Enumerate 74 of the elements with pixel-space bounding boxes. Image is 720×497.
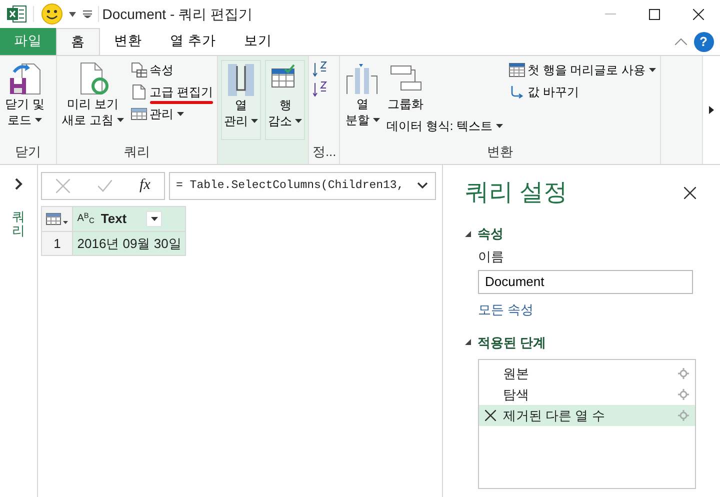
applied-step[interactable]: 탐색 xyxy=(479,384,695,405)
collapse-ribbon-icon[interactable] xyxy=(675,38,687,45)
applied-step[interactable]: 제거된 다른 열 수 xyxy=(479,404,695,426)
group-label: 정... xyxy=(312,143,336,161)
ribbon-button[interactable]: 속성 xyxy=(130,60,175,80)
ribbon-button[interactable]: 값 바꾸기 xyxy=(508,82,580,102)
window-title: Document - 쿼리 편집기 xyxy=(102,4,252,24)
caret-icon xyxy=(648,68,656,72)
ribbon-tab[interactable]: 보기 xyxy=(230,28,286,55)
section-heading[interactable]: 속성 xyxy=(478,224,504,244)
caret-icon xyxy=(295,119,302,124)
sort-icon xyxy=(313,81,330,97)
group-label: 쿼리 xyxy=(122,143,151,161)
queries-pane-label[interactable]: 쿼리 xyxy=(12,210,25,238)
check-icon[interactable] xyxy=(98,180,112,192)
caret-icon xyxy=(116,118,124,122)
close-icon[interactable] xyxy=(684,187,696,199)
ribbon-tab[interactable]: 변환 xyxy=(100,28,156,55)
ribbon-button[interactable]: 닫기 및 로드 xyxy=(3,60,46,130)
insert-function-button[interactable]: fx xyxy=(140,174,150,197)
ribbon-icon xyxy=(8,62,42,96)
ribbon-icon xyxy=(130,106,147,122)
underline-mark xyxy=(150,101,213,104)
pane-title: 쿼리 설정 xyxy=(465,178,568,208)
customize-icon[interactable] xyxy=(82,10,92,18)
excel-logo-icon xyxy=(6,5,26,23)
ribbon-button[interactable]: 열 관리 xyxy=(220,60,262,140)
caret-icon xyxy=(150,216,158,221)
table-cell[interactable]: 2016년 09월 30일 xyxy=(72,231,186,256)
close-icon xyxy=(692,8,704,20)
sort-icon xyxy=(313,61,330,77)
ribbon-tab[interactable]: 열 추가 xyxy=(156,28,230,55)
ribbon-icon xyxy=(508,84,525,100)
caret-icon xyxy=(496,124,503,128)
caret-icon[interactable] xyxy=(69,12,76,16)
delete-icon[interactable] xyxy=(485,410,496,421)
expand-icon[interactable] xyxy=(465,230,471,237)
table-menu-icon[interactable] xyxy=(46,212,68,225)
ribbon-icon xyxy=(130,84,147,100)
row-number: 1 xyxy=(42,231,73,256)
ribbon-button[interactable]: 첫 행을 머리글로 사용 xyxy=(508,60,657,80)
scroll-right-icon[interactable] xyxy=(709,106,714,114)
filter-button[interactable] xyxy=(146,210,162,227)
ribbon-button[interactable]: 미리 보기 새로 고침 xyxy=(60,60,126,130)
ribbon-tab[interactable]: 홈 xyxy=(56,28,100,55)
ribbon-button[interactable]: 열 분할 xyxy=(343,60,382,130)
section-heading[interactable]: 적용된 단계 xyxy=(478,332,546,352)
ribbon-button[interactable]: 고급 편집기 xyxy=(130,82,214,102)
ribbon-button[interactable]: 데이터 형식: 텍스트 xyxy=(386,116,504,136)
name-field[interactable]: Document xyxy=(478,270,693,294)
field-label: 이름 xyxy=(478,248,505,266)
caret-icon xyxy=(251,119,258,124)
ribbon-button[interactable]: 그룹화 xyxy=(386,60,426,114)
formula-field[interactable]: = Table.SelectColumns(Children13, xyxy=(168,172,436,200)
maximize-icon xyxy=(648,8,660,20)
ribbon-button[interactable]: 관리 xyxy=(130,104,185,124)
group-label: 닫기 xyxy=(14,143,42,161)
ribbon-tab[interactable]: 파일 xyxy=(0,28,56,55)
help-button[interactable]: ? xyxy=(694,32,714,52)
expand-icon[interactable] xyxy=(14,178,22,190)
group-label: 변환 xyxy=(486,143,514,161)
caret-icon xyxy=(372,118,380,122)
expand-icon[interactable] xyxy=(465,339,471,346)
smiley-icon[interactable] xyxy=(40,3,62,25)
all-properties-link[interactable]: 모든 속성 xyxy=(478,300,534,320)
applied-step[interactable]: 원본 xyxy=(479,362,695,384)
ribbon-button[interactable]: 행 감소 xyxy=(265,60,306,140)
ribbon-icon xyxy=(508,62,525,78)
ribbon-icon xyxy=(345,62,380,96)
caret-icon xyxy=(176,112,184,116)
ribbon-icon xyxy=(130,62,147,78)
caret-icon xyxy=(34,118,42,122)
minimize-icon xyxy=(604,13,616,15)
chevron-down-icon[interactable] xyxy=(417,182,428,189)
